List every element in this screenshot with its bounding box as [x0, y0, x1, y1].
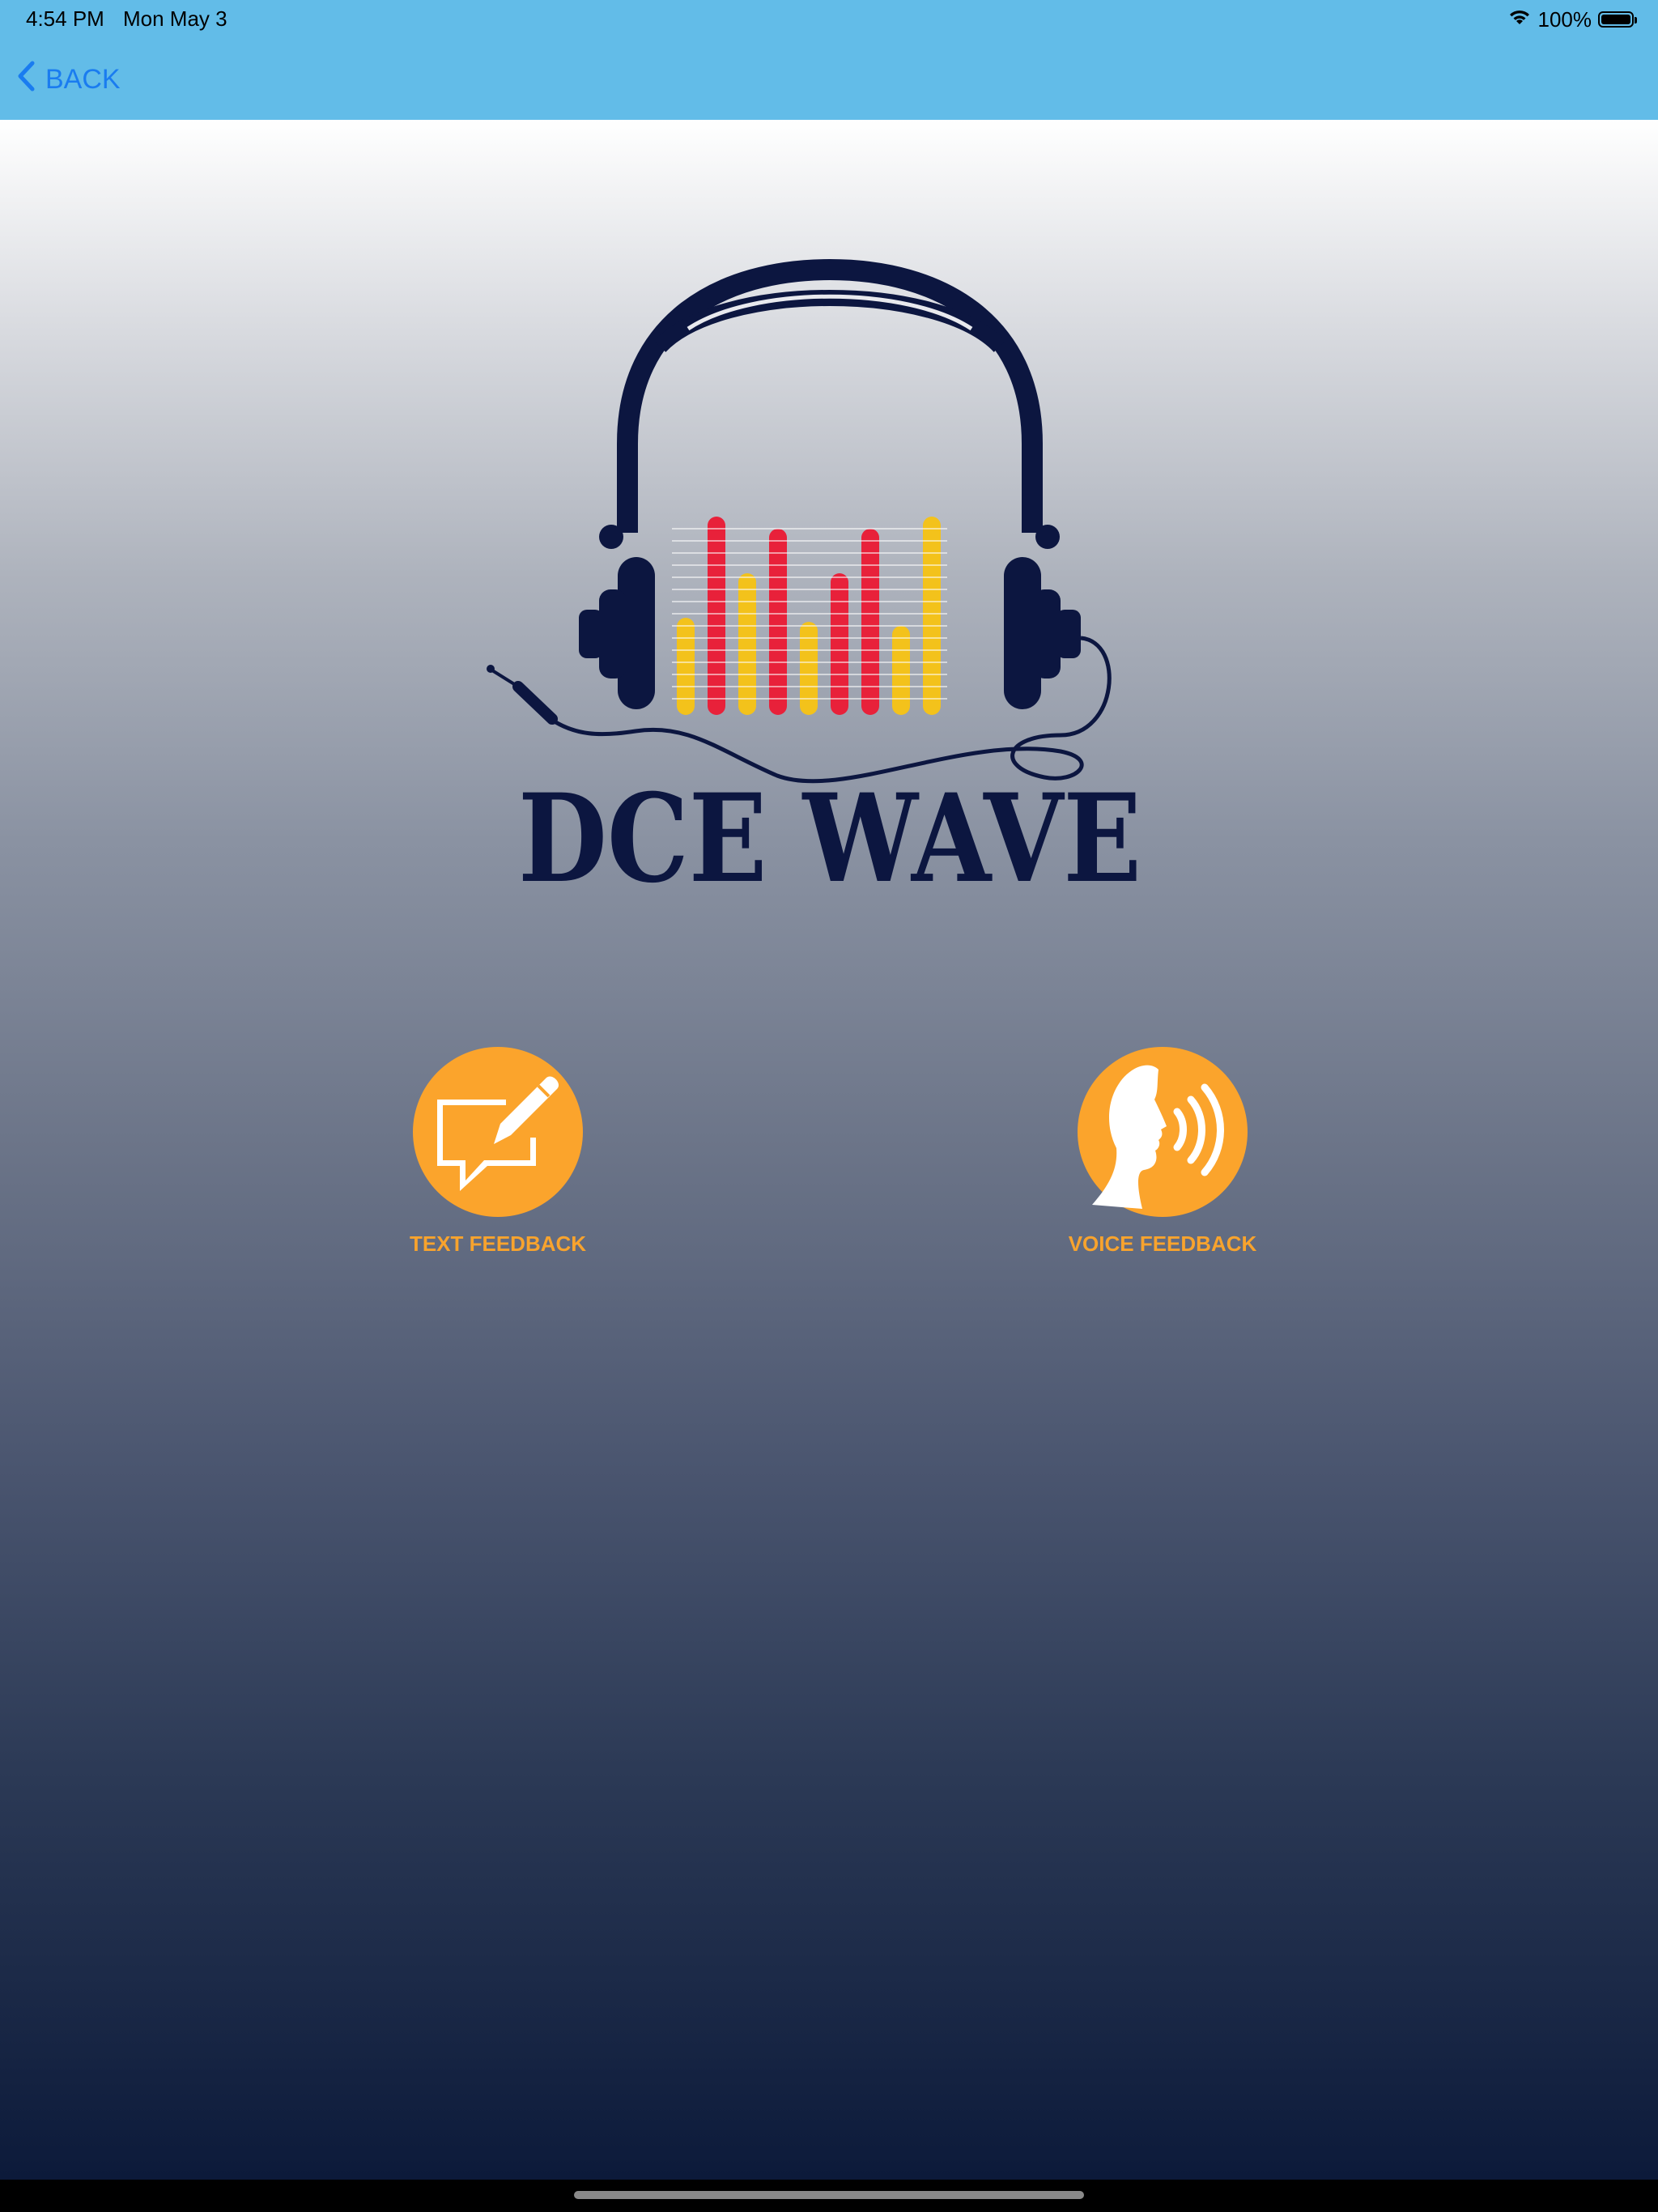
- text-feedback-button[interactable]: TEXT FEEDBACK: [368, 1047, 627, 1282]
- text-feedback-circle: [413, 1047, 583, 1217]
- voice-feedback-circle: [1078, 1047, 1248, 1217]
- wifi-icon: [1507, 7, 1532, 32]
- back-label: BACK: [45, 63, 121, 95]
- battery-percent: 100%: [1537, 6, 1592, 32]
- status-right: 100%: [1507, 5, 1637, 34]
- battery-fill: [1601, 15, 1630, 24]
- status-bar: 4:54 PM Mon May 3 100%: [0, 0, 1658, 39]
- battery-icon: [1598, 11, 1637, 28]
- status-time: 4:54 PM: [26, 6, 104, 31]
- headband: [617, 258, 1043, 533]
- status-date: Mon May 3: [123, 6, 227, 31]
- audio-jack: [512, 681, 558, 725]
- chat-pencil-icon: [437, 1076, 559, 1191]
- back-button[interactable]: BACK: [16, 57, 121, 102]
- voice-feedback-button[interactable]: VOICE FEEDBACK: [1033, 1047, 1292, 1282]
- main-content: DCE WAVE TEXT FEEDBACK VOICE FEEDBACK: [0, 120, 1658, 2180]
- brand-text: DCE WAVE: [518, 768, 1141, 905]
- chevron-left-icon: [16, 60, 36, 100]
- voice-feedback-label: VOICE FEEDBACK: [1068, 1231, 1257, 1256]
- nav-bar: BACK: [0, 39, 1658, 120]
- dce-wave-logo: DCE WAVE: [487, 258, 1141, 905]
- screen: 4:54 PM Mon May 3 100% BACK DCE WAVE TEX…: [0, 0, 1658, 2212]
- speaking-head-icon: [1092, 1065, 1224, 1209]
- text-feedback-label: TEXT FEEDBACK: [409, 1231, 587, 1256]
- equalizer-bars: [677, 517, 941, 715]
- home-indicator[interactable]: [574, 2191, 1084, 2199]
